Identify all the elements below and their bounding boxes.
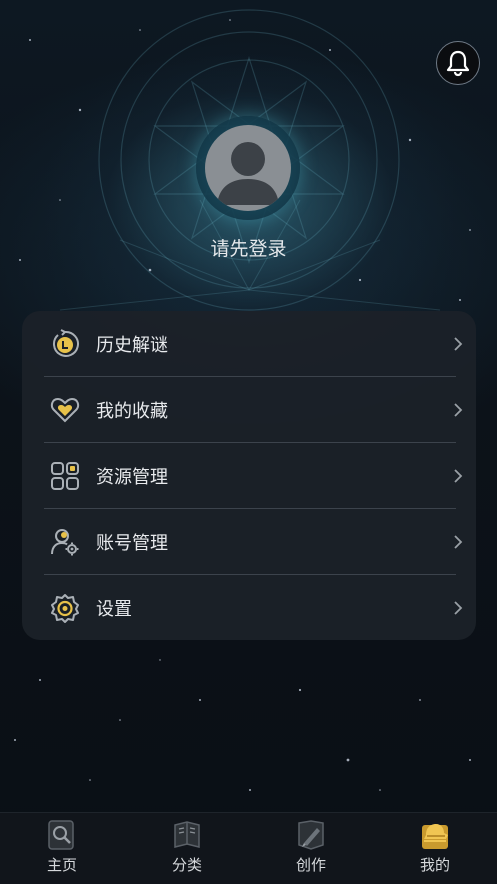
chevron-right-icon [454, 403, 463, 417]
tab-create[interactable]: 创作 [266, 813, 356, 884]
menu-item-history[interactable]: 历史解谜 [44, 311, 463, 377]
tab-label: 我的 [419, 856, 450, 874]
history-clock-icon [53, 329, 79, 357]
tab-label: 创作 [295, 856, 326, 874]
menu-item-label: 资源管理 [96, 467, 168, 488]
tab-label: 主页 [46, 856, 77, 874]
chevron-right-icon [454, 535, 463, 549]
heart-icon [50, 397, 80, 423]
menu-item-label: 账号管理 [96, 533, 168, 554]
magnifier-book-icon [48, 820, 74, 850]
tab-label: 分类 [171, 856, 202, 874]
gear-icon [51, 594, 79, 623]
tab-mine[interactable]: 我的 [390, 813, 480, 884]
menu-item-label: 设置 [96, 599, 132, 620]
menu-item-favorites[interactable]: 我的收藏 [44, 377, 463, 443]
menu-item-resources[interactable]: 资源管理 [44, 443, 463, 509]
detective-hat-icon [422, 824, 448, 849]
menu-item-label: 历史解谜 [96, 335, 168, 356]
bell-icon [446, 50, 470, 77]
login-prompt[interactable]: 请先登录 [0, 234, 497, 261]
bottom-tab-bar: 主页 分类 创作 我的 [0, 812, 497, 884]
avatar-button[interactable] [196, 116, 300, 220]
chevron-right-icon [454, 337, 463, 351]
chevron-right-icon [454, 601, 463, 615]
tab-category[interactable]: 分类 [142, 813, 232, 884]
tab-home[interactable]: 主页 [17, 813, 107, 884]
book-icon [174, 821, 200, 848]
menu-item-account[interactable]: 账号管理 [44, 509, 463, 575]
quill-pen-icon [298, 820, 324, 850]
chevron-right-icon [454, 469, 463, 483]
user-gear-icon [51, 529, 79, 556]
menu-item-label: 我的收藏 [96, 401, 168, 422]
default-user-avatar [205, 125, 291, 211]
notification-button[interactable] [436, 41, 480, 85]
menu-item-settings[interactable]: 设置 [44, 575, 463, 641]
menu-card: 历史解谜 我的收藏 资源管理 账号管理 设置 [22, 311, 476, 640]
grid-apps-icon [51, 462, 79, 490]
